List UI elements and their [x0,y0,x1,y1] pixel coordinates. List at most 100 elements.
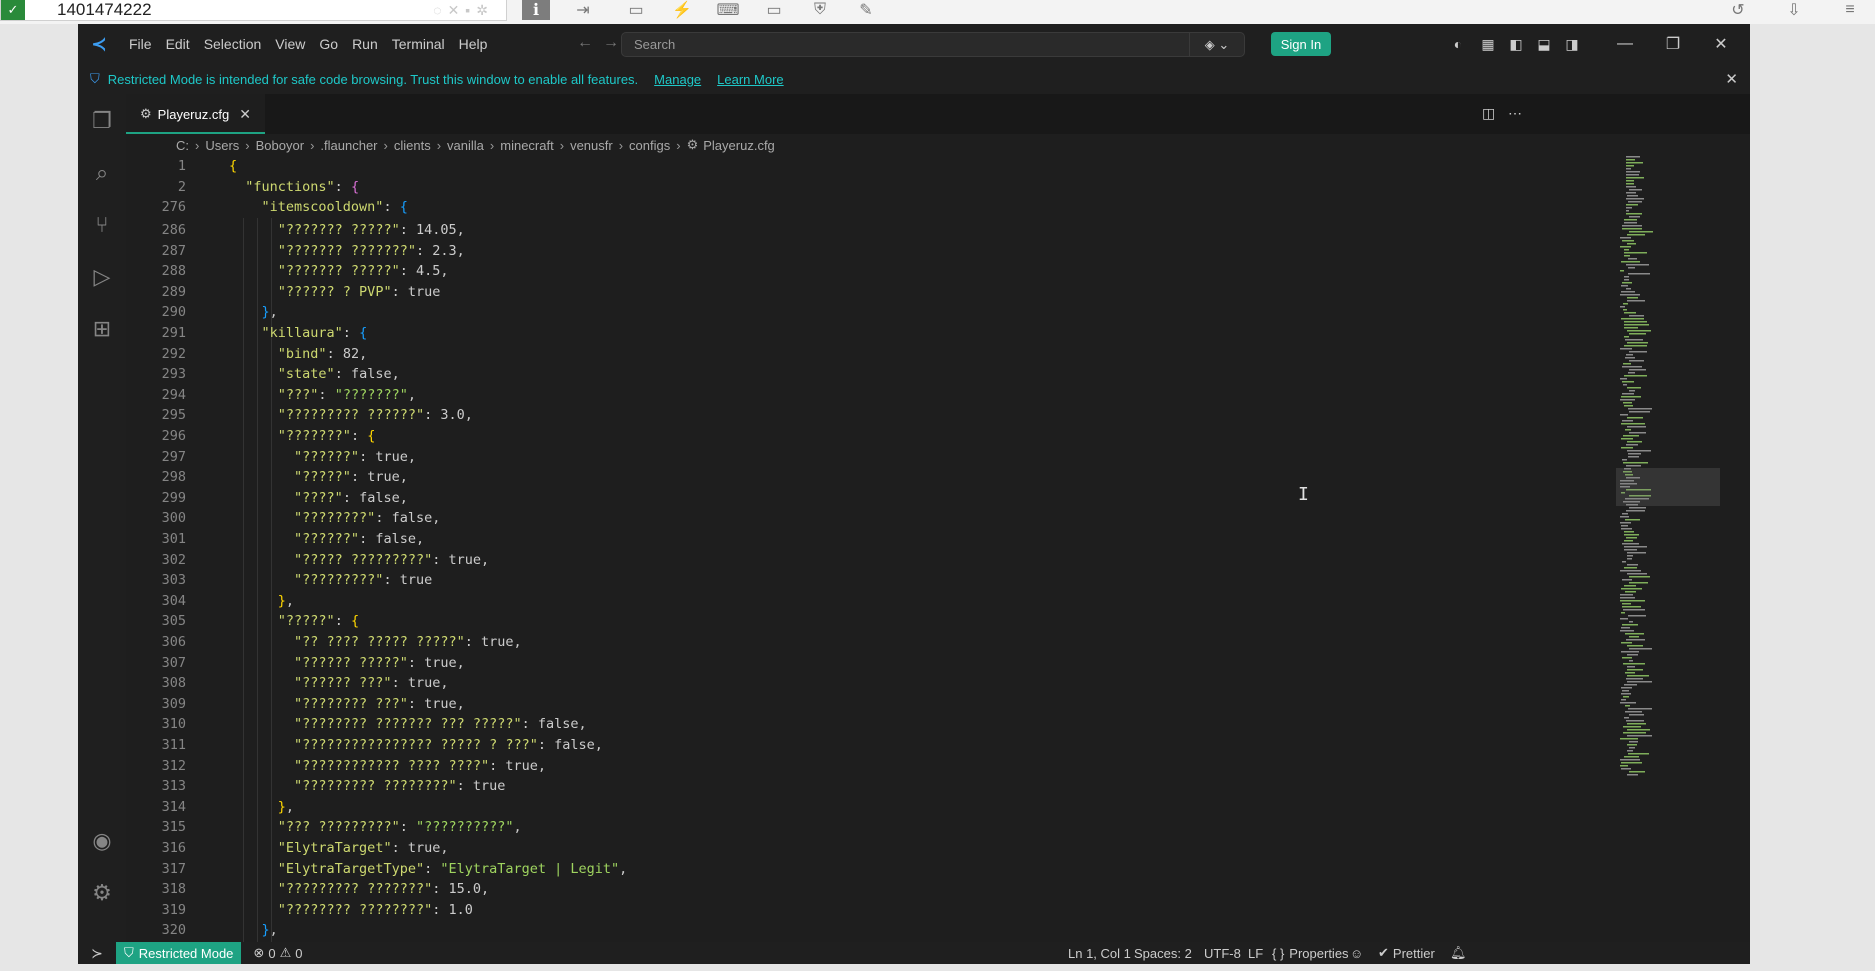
code-line[interactable]: 305 "?????": { [126,611,1626,632]
shield-icon[interactable]: ⛨ [806,0,834,20]
account-icon[interactable]: ◉ [78,818,126,864]
code-line[interactable]: 299 "????": false, [126,488,1626,509]
breadcrumb-segment[interactable]: configs [629,138,670,153]
menu-terminal[interactable]: Terminal [385,24,452,64]
code-line[interactable]: 300 "????????": false, [126,508,1626,529]
chat-icon[interactable]: ▭ [622,0,650,20]
command-center-search[interactable]: Search ◈ ⌄ [621,32,1245,57]
code-line[interactable]: 297 "??????": true, [126,447,1626,468]
minimap-slider[interactable] [1616,468,1720,506]
learn-more-link[interactable]: Learn More [717,72,783,87]
explorer-icon[interactable]: ❐ [78,98,126,144]
minimize-icon[interactable]: — [1602,24,1648,64]
code-line[interactable]: 276 "itemscooldown": { [126,197,1626,218]
notifications-bell-icon[interactable]: 🔔︎ [1450,942,1467,964]
monitor-icon[interactable]: ▭ [760,0,788,20]
code-line[interactable]: 304 }, [126,591,1626,612]
code-line[interactable]: 298 "?????": true, [126,467,1626,488]
code-line[interactable]: 309 "???????? ???": true, [126,694,1626,715]
code-line[interactable]: 319 "???????? ????????": 1.0 [126,900,1626,921]
menu-edit[interactable]: Edit [159,24,197,64]
copilot-chat-icon[interactable]: ◈ ⌄ [1189,33,1244,56]
code-line[interactable]: 317 "ElytraTargetType": "ElytraTarget | … [126,859,1626,880]
code-line[interactable]: 290 }, [126,302,1626,323]
back-arrow-icon[interactable]: ← [571,34,599,52]
end-of-line[interactable]: LF [1248,942,1263,964]
code-line[interactable]: 320 }, [126,920,1626,941]
menu-view[interactable]: View [268,24,312,64]
file-transfer-icon[interactable]: ⇥ [569,0,597,20]
code-line[interactable]: 293 "state": false, [126,364,1626,385]
prettier-status[interactable]: ✔ Prettier [1378,942,1435,964]
code-line[interactable]: 287 "??????? ???????": 2.3, [126,241,1626,262]
accounts-icon[interactable]: ◐ [1448,34,1468,54]
code-line[interactable]: 296 "???????": { [126,426,1626,447]
breadcrumb-segment[interactable]: Users [205,138,239,153]
code-line[interactable]: 288 "??????? ?????": 4.5, [126,261,1626,282]
code-line[interactable]: 295 "????????? ??????": 3.0, [126,405,1626,426]
pen-icon[interactable]: ✎ [852,0,880,20]
breadcrumb-segment[interactable]: Boboyor [256,138,304,153]
extensions-icon[interactable]: ⊞ [78,306,126,352]
restricted-mode-status[interactable]: ⛉ Restricted Mode [116,942,242,964]
code-line[interactable]: 318 "????????? ???????": 15.0, [126,879,1626,900]
manage-gear-icon[interactable]: ⚙ [78,870,126,916]
language-mode[interactable]: { } Properties [1272,942,1349,964]
menu-selection[interactable]: Selection [197,24,269,64]
code-line[interactable]: 307 "?????? ?????": true, [126,653,1626,674]
info-icon[interactable]: ℹ [522,0,550,20]
code-line[interactable]: 311 "???????????????? ????? ? ???": fals… [126,735,1626,756]
problems-status[interactable]: ⊗ 0 ⚠ 0 [253,945,302,961]
code-line[interactable]: 1{ [126,156,1626,177]
code-line[interactable]: 308 "?????? ???": true, [126,673,1626,694]
code-editor[interactable]: 1{2 "functions": {276 "itemscooldown": {… [126,156,1672,942]
customize-layout-icon[interactable]: ▦ [1478,34,1498,54]
toggle-secondary-sidebar-icon[interactable]: ◨ [1562,34,1582,54]
run-debug-icon[interactable]: ▷ [78,254,126,300]
code-line[interactable]: 310 "???????? ??????? ??? ?????": false, [126,714,1626,735]
menu-file[interactable]: File [122,24,159,64]
split-editor-icon[interactable]: ◫ [1482,105,1495,122]
minimap[interactable] [1616,156,1720,942]
copilot-status-icon[interactable]: ☺ [1350,942,1363,964]
banner-close-icon[interactable]: ✕ [1725,70,1738,88]
toggle-primary-sidebar-icon[interactable]: ◧ [1506,34,1526,54]
restore-icon[interactable]: ❐ [1650,24,1696,64]
search-icon[interactable]: ⌕ [78,150,126,196]
code-line[interactable]: 313 "????????? ????????": true [126,776,1626,797]
hamburger-menu-icon[interactable]: ≡ [1836,0,1864,20]
menu-run[interactable]: Run [345,24,385,64]
cursor-position[interactable]: Ln 1, Col 1 [1068,942,1131,964]
remote-session-id-field[interactable]: ✓ 1401474222 ◌✕▪✲ [0,0,507,21]
breadcrumb-segment[interactable]: clients [394,138,431,153]
close-window-icon[interactable]: ✕ [1698,24,1744,64]
code-line[interactable]: 291 "killaura": { [126,323,1626,344]
code-line[interactable]: 286 "??????? ?????": 14.05, [126,220,1626,241]
breadcrumb-segment[interactable]: .flauncher [320,138,377,153]
breadcrumb-segment[interactable]: venusfr [570,138,613,153]
download-icon[interactable]: ⇩ [1780,0,1808,20]
history-icon[interactable]: ↺ [1724,0,1752,20]
encoding[interactable]: UTF-8 [1204,942,1241,964]
code-line[interactable]: 302 "????? ?????????": true, [126,550,1626,571]
tab-playeruz-cfg[interactable]: ⚙ Playeruz.cfg ✕ [126,94,265,134]
lightning-icon[interactable]: ⚡ [668,0,696,20]
code-line[interactable]: 292 "bind": 82, [126,344,1626,365]
breadcrumb-segment[interactable]: vanilla [447,138,484,153]
code-line[interactable]: 306 "?? ???? ????? ?????": true, [126,632,1626,653]
code-line[interactable]: 301 "??????": false, [126,529,1626,550]
code-line[interactable]: 315 "??? ?????????": "??????????", [126,817,1626,838]
keyboard-icon[interactable]: ⌨ [714,0,742,20]
more-actions-icon[interactable]: ⋯ [1508,105,1522,122]
code-line[interactable]: 316 "ElytraTarget": true, [126,838,1626,859]
remote-indicator-icon[interactable]: ≻ [78,942,116,964]
source-control-icon[interactable]: ⑂ [78,202,126,248]
code-line[interactable]: 314 }, [126,797,1626,818]
breadcrumb-segment[interactable]: minecraft [500,138,553,153]
breadcrumb-segment[interactable]: C: [176,138,189,153]
menu-go[interactable]: Go [312,24,345,64]
vertical-scrollbar[interactable] [1736,156,1750,942]
tab-close-icon[interactable]: ✕ [239,106,251,123]
manage-link[interactable]: Manage [654,72,701,87]
code-line[interactable]: 289 "?????? ? PVP": true [126,282,1626,303]
